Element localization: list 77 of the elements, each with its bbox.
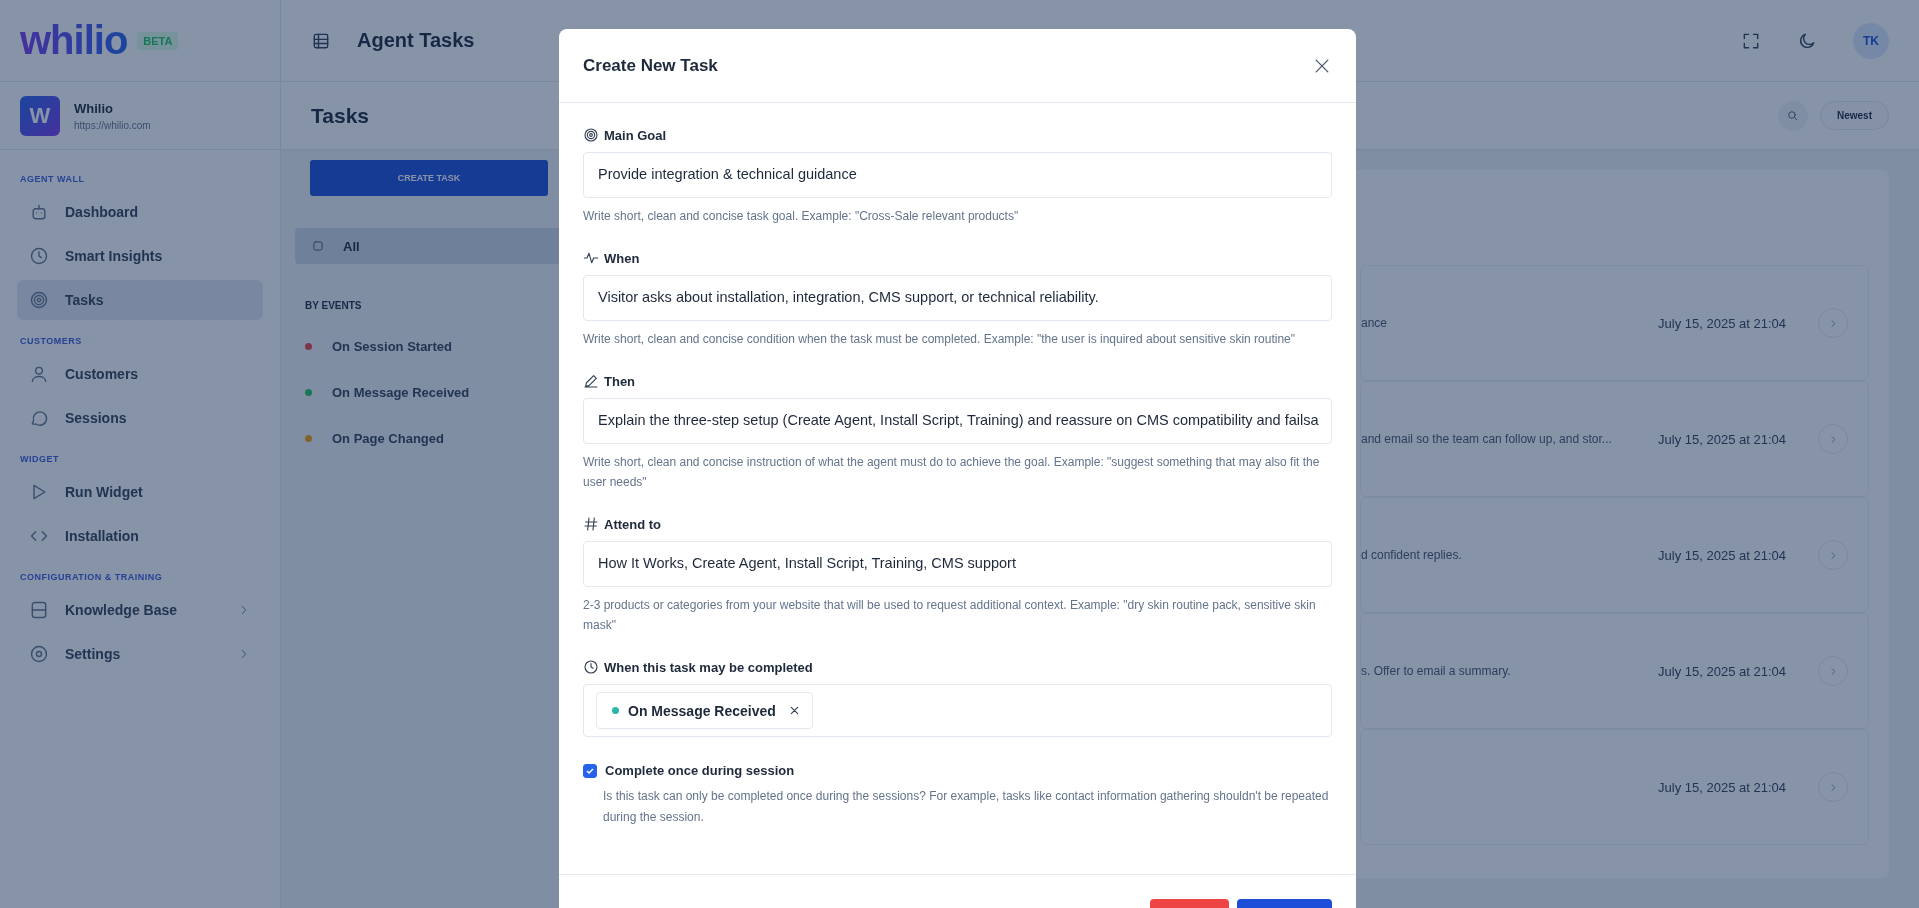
clock-icon <box>29 246 49 266</box>
tag-chip[interactable]: On Message Received <box>596 692 813 729</box>
close-icon[interactable] <box>788 705 800 716</box>
sidebar-item[interactable]: Installation <box>17 516 263 556</box>
multi-select-field[interactable]: On Message Received <box>583 684 1332 737</box>
input-field[interactable]: Provide integration & technical guidance <box>583 152 1332 198</box>
filter-item[interactable]: On Session Started <box>295 323 462 369</box>
filter-item[interactable]: On Message Received <box>295 369 480 415</box>
task-description: d confident replies. <box>1361 548 1463 562</box>
task-description: s. Offer to email a summary. <box>1361 664 1512 678</box>
workspace-url: https://whilio.com <box>74 119 151 131</box>
task-date: July 15, 2025 at 21:04 <box>1658 663 1786 679</box>
input-field[interactable]: Explain the three-step setup (Create Agent, Install Script, Training) and reassure on CMS compatibility and failsa <box>583 398 1332 444</box>
task-row[interactable]: and email so the team can follow up, and stor... July 15, 2025 at 21:04 <box>1360 381 1869 497</box>
help-text: Is this task can only be completed once during the sessions? For example, tasks like contact information gathering shouldn't be repeated during the session. <box>602 788 1330 826</box>
section-title: BY EVENTS <box>305 300 362 311</box>
clock-icon <box>583 659 599 675</box>
section-heading: Tasks <box>311 103 369 128</box>
create-task-button[interactable]: CREATE TASK <box>310 160 548 196</box>
beta-badge: BETA <box>137 31 179 50</box>
task-row[interactable]: d confident replies. July 15, 2025 at 21:04 <box>1360 497 1869 613</box>
help-text: 2-3 products or categories from your website that will be used to request additional context. Example: "dry skin routine pack, sensitive skin mask" <box>583 597 1317 634</box>
sidebar-item[interactable]: Dashboard <box>17 192 263 232</box>
search-button[interactable] <box>1778 100 1808 131</box>
sidebar-item[interactable]: Run Widget <box>17 472 263 512</box>
section-title: CONFIGURATION & TRAINING <box>19 571 164 584</box>
field-label: When <box>604 250 640 266</box>
checkbox-label: Complete once during session <box>605 763 795 778</box>
help-text: Write short, clean and concise instruction of what the agent must do to achieve the goal. Example: "suggest something that may also fit the user needs" <box>583 454 1321 491</box>
target-icon <box>29 290 49 310</box>
section-title: WIDGET <box>19 453 60 466</box>
section-title: AGENT WALL <box>19 173 86 186</box>
field-label: Then <box>604 373 636 389</box>
pencil-icon <box>583 373 599 389</box>
event-label: On Session Started <box>332 338 452 354</box>
checkbox[interactable] <box>583 763 597 778</box>
page-title: Agent Tasks <box>357 29 475 52</box>
task-date: July 15, 2025 at 21:04 <box>1658 547 1786 563</box>
workspace-name: Whilio <box>74 100 114 116</box>
sidebar-item[interactable]: Customers <box>17 354 263 394</box>
user-avatar[interactable]: TK <box>1853 22 1889 59</box>
help-text: Write short, clean and concise task goal. Example: "Cross-Sale relevant products" <box>583 208 1020 225</box>
chat-bubble-icon <box>29 408 49 428</box>
workspace-avatar: W <box>20 95 60 136</box>
help-text: Write short, clean and concise condition when the task must be completed. Example: "the user is inquired about sensitive skin routine" <box>583 331 1296 348</box>
field-label: When this task may be completed <box>604 659 813 675</box>
sidebar-item[interactable]: Knowledge Base <box>17 590 263 630</box>
input-field[interactable]: How It Works, Create Agent, Install Script, Training, CMS support <box>583 541 1332 587</box>
robot-icon <box>29 202 49 222</box>
settings-icon <box>29 644 49 664</box>
task-row[interactable]: s. Offer to email a summary. July 15, 2025 at 21:04 <box>1360 613 1869 729</box>
sort-dropdown[interactable]: Newest <box>1820 101 1889 130</box>
field-label: Attend to <box>604 516 662 532</box>
sidebar-item[interactable]: Settings <box>17 634 263 674</box>
input-field[interactable]: Visitor asks about installation, integration, CMS support, or technical reliability. <box>583 275 1332 321</box>
task-row[interactable]: ance July 15, 2025 at 21:04 <box>1360 265 1869 381</box>
pulse-icon <box>583 250 599 266</box>
task-description: and email so the team can follow up, and stor... <box>1361 432 1613 446</box>
sidebar-item[interactable]: Tasks <box>17 280 263 320</box>
event-label: On Message Received <box>332 384 470 400</box>
sidebar-item[interactable]: Smart Insights <box>17 236 263 276</box>
task-row[interactable]: July 15, 2025 at 21:04 <box>1360 729 1869 845</box>
event-label: On Page Changed <box>332 430 444 446</box>
dialog-title: Create New Task <box>583 55 718 76</box>
task-description: ance <box>1361 316 1389 330</box>
task-date: July 15, 2025 at 21:04 <box>1658 431 1786 447</box>
task-date: July 15, 2025 at 21:04 <box>1658 315 1786 331</box>
sidebar-item[interactable]: Sessions <box>17 398 263 438</box>
user-icon <box>29 364 49 384</box>
hash-icon <box>583 516 599 532</box>
field-label: Main Goal <box>604 127 667 143</box>
section-title: CUSTOMERS <box>19 335 83 348</box>
task-date: July 15, 2025 at 21:04 <box>1658 779 1786 795</box>
filter-item[interactable]: On Page Changed <box>295 415 454 461</box>
tag-label: On Message Received <box>628 702 776 719</box>
target-icon <box>583 127 599 143</box>
search-icon <box>1786 109 1800 122</box>
